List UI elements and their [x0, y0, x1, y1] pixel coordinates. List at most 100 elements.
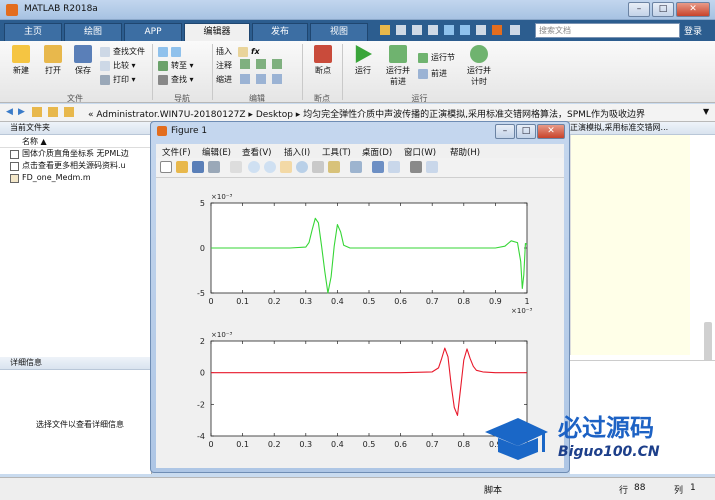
- name-column-header[interactable]: 名称 ▲: [0, 135, 151, 148]
- find-button[interactable]: 查找 ▾: [158, 73, 208, 86]
- run-icon: [355, 45, 372, 63]
- run-advance-icon: [389, 45, 407, 63]
- data-cursor-icon[interactable]: [312, 161, 324, 173]
- copy-icon[interactable]: [412, 25, 422, 35]
- folder-icon: [44, 45, 62, 63]
- figure-minimize-button[interactable]: –: [495, 124, 515, 139]
- save-figure-icon[interactable]: [192, 161, 204, 173]
- open-file-icon[interactable]: [176, 161, 188, 173]
- increase-indent-icon[interactable]: [256, 74, 266, 84]
- list-item[interactable]: 国体介质直角坐标系 无PML边: [0, 148, 151, 160]
- menu-file[interactable]: 文件(F): [162, 146, 191, 158]
- menu-desktop[interactable]: 桌面(D): [362, 146, 392, 158]
- switch-windows-icon[interactable]: [476, 25, 486, 35]
- folder-options-icon[interactable]: [64, 107, 74, 117]
- run-advance-button[interactable]: 运行并前进: [380, 45, 416, 87]
- list-item[interactable]: 点击查看更多相关源码资料.u: [0, 160, 151, 172]
- maximize-button[interactable]: □: [652, 2, 674, 17]
- advance-label: 前进: [431, 69, 447, 78]
- redo-icon[interactable]: [460, 25, 470, 35]
- smart-indent-icon[interactable]: [240, 74, 250, 84]
- close-button[interactable]: ✕: [676, 2, 710, 17]
- figure-maximize-button[interactable]: □: [516, 124, 536, 139]
- pointer-icon[interactable]: [230, 161, 242, 173]
- brush-icon[interactable]: [328, 161, 340, 173]
- details-header: 详细信息: [0, 357, 152, 370]
- menu-view[interactable]: 查看(V): [242, 146, 271, 158]
- find-files-button[interactable]: 查找文件: [100, 45, 152, 58]
- run-button[interactable]: 运行: [348, 45, 378, 76]
- group-separator: [152, 44, 153, 100]
- dropdown-icon[interactable]: [510, 25, 520, 35]
- run-time-button[interactable]: 运行并计时: [464, 45, 494, 87]
- menu-tools[interactable]: 工具(T): [322, 146, 351, 158]
- uncomment-icon[interactable]: [256, 59, 266, 69]
- tab-plots[interactable]: 绘图: [64, 23, 122, 41]
- rotate-icon[interactable]: [296, 161, 308, 173]
- back-arrow-icon[interactable]: ◀: [6, 107, 13, 117]
- up-folder-icon[interactable]: [32, 107, 42, 117]
- decrease-indent-icon[interactable]: [272, 74, 282, 84]
- help-icon[interactable]: [492, 25, 502, 35]
- show-plot-tools-icon[interactable]: [426, 161, 438, 173]
- file-icon: [10, 150, 19, 159]
- new-button[interactable]: 新建: [6, 45, 36, 76]
- forward-arrow-icon[interactable]: ▶: [18, 107, 25, 117]
- y-tick-label: -4: [197, 432, 205, 441]
- run-section-button[interactable]: 运行节: [418, 51, 462, 64]
- x-tick-label: 0.1: [236, 297, 249, 306]
- menu-help[interactable]: 帮助(H): [450, 146, 480, 158]
- row-label: 行: [619, 486, 629, 496]
- undo-icon[interactable]: [444, 25, 454, 35]
- zoom-in-icon[interactable]: [248, 161, 260, 173]
- minimize-button[interactable]: –: [628, 2, 650, 17]
- menu-insert[interactable]: 插入(I): [284, 146, 310, 158]
- menu-window[interactable]: 窗口(W): [404, 146, 436, 158]
- path-dropdown-icon[interactable]: ▼: [703, 107, 709, 116]
- open-button[interactable]: 打开: [38, 45, 68, 76]
- nav-arrows[interactable]: [158, 45, 208, 58]
- pan-icon[interactable]: [280, 161, 292, 173]
- x-tick-label: 1: [524, 297, 529, 306]
- indent-label: 缩进: [216, 75, 232, 84]
- editor-code-area[interactable]: [570, 135, 690, 355]
- file-type-label: 脚本: [484, 486, 503, 496]
- matlab-logo-icon: [6, 4, 18, 16]
- wrap-comment-icon[interactable]: [272, 59, 282, 69]
- tab-publish[interactable]: 发布: [252, 23, 308, 41]
- zoom-out-icon[interactable]: [264, 161, 276, 173]
- figure-close-button[interactable]: ✕: [537, 124, 565, 139]
- current-path[interactable]: « Administrator.WIN7U-20180127Z ▸ Deskto…: [88, 107, 645, 120]
- advance-button[interactable]: 前进: [418, 67, 462, 80]
- breakpoints-button[interactable]: 断点: [308, 45, 338, 76]
- compare-button[interactable]: 比较 ▾: [100, 59, 152, 72]
- tab-editor[interactable]: 编辑器: [184, 23, 250, 41]
- comment-icon[interactable]: [240, 59, 250, 69]
- y-tick-label: -5: [197, 289, 205, 298]
- link-plot-icon[interactable]: [350, 161, 362, 173]
- x-tick-label: 0.4: [331, 440, 344, 449]
- run-section-icon: [418, 52, 428, 63]
- search-input[interactable]: 搜索文档: [535, 23, 680, 38]
- paste-icon[interactable]: [428, 25, 438, 35]
- print-figure-icon[interactable]: [208, 161, 220, 173]
- printer-icon: [100, 74, 110, 85]
- tab-apps[interactable]: APP: [124, 23, 182, 41]
- insert-legend-icon[interactable]: [388, 161, 400, 173]
- tab-view[interactable]: 视图: [310, 23, 368, 41]
- save-icon[interactable]: [380, 25, 390, 35]
- browse-folder-icon[interactable]: [48, 107, 58, 117]
- login-link[interactable]: 登录: [684, 24, 702, 37]
- cut-icon[interactable]: [396, 25, 406, 35]
- list-item[interactable]: FD_one_Medm.m: [0, 172, 151, 184]
- hide-plot-tools-icon[interactable]: [410, 161, 422, 173]
- insert-colorbar-icon[interactable]: [372, 161, 384, 173]
- editor-scrollbar[interactable]: [704, 322, 712, 362]
- save-button[interactable]: 保存: [68, 45, 98, 76]
- fx-button[interactable]: fx: [238, 45, 298, 58]
- new-figure-icon[interactable]: [160, 161, 172, 173]
- goto-button[interactable]: 转至 ▾: [158, 59, 208, 72]
- menu-edit[interactable]: 编辑(E): [202, 146, 231, 158]
- tab-home[interactable]: 主页: [4, 23, 62, 41]
- print-button[interactable]: 打印 ▾: [100, 73, 152, 86]
